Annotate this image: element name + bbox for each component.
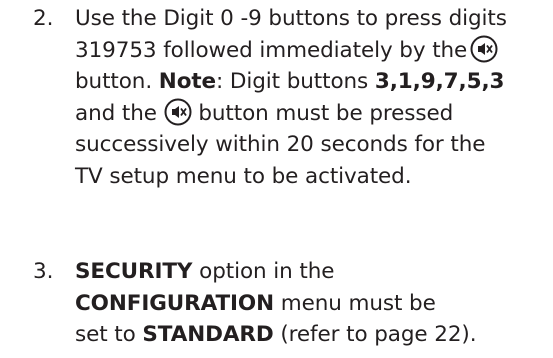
text-run: 319753 followed immediately by the <box>75 37 468 63</box>
text-run: (refer to page 22). <box>273 322 477 347</box>
text-run: TV setup menu to be activated. <box>75 163 412 189</box>
security-option-label: SECURITY <box>75 259 193 284</box>
text-line: CONFIGURATION menu must be <box>75 288 553 320</box>
step-number: 3. <box>33 259 54 284</box>
text-line: successively within 20 seconds for the <box>75 129 553 161</box>
mute-icon <box>470 35 498 62</box>
step-text: SECURITY option in the CONFIGURATION men… <box>75 256 553 351</box>
text-run: set to <box>75 322 143 347</box>
text-line: set to STANDARD (refer to page 22). <box>75 319 553 351</box>
text-run: option in the <box>192 259 335 284</box>
text-run: Use the Digit 0 -9 buttons to press digi… <box>75 6 507 31</box>
text-run: and the <box>75 100 164 126</box>
standard-value-label: STANDARD <box>142 322 274 347</box>
mute-icon <box>164 98 192 125</box>
instruction-page: 2. Use the Digit 0 -9 buttons to press d… <box>0 0 553 358</box>
text-run: menu must be <box>274 290 436 316</box>
text-run: successively within 20 seconds for the <box>75 132 486 157</box>
text-line: 319753 followed immediately by the <box>75 35 553 67</box>
text-run: button must be pressed <box>191 100 454 126</box>
step-number: 2. <box>33 6 54 31</box>
step-text: Use the Digit 0 -9 buttons to press digi… <box>75 3 553 192</box>
text-run: button. <box>75 69 159 94</box>
text-line: button. Note: Digit buttons 3,1,9,7,5,3 <box>75 66 553 98</box>
text-line: TV setup menu to be activated. <box>75 161 553 193</box>
configuration-menu-label: CONFIGURATION <box>75 290 275 316</box>
digit-sequence: 3,1,9,7,5,3 <box>374 69 505 94</box>
note-label: Note <box>158 69 217 94</box>
text-line: and the button must be pressed <box>75 98 553 130</box>
text-line: Use the Digit 0 -9 buttons to press digi… <box>75 3 553 35</box>
text-run: : Digit buttons <box>216 69 375 94</box>
text-line: SECURITY option in the <box>75 256 553 288</box>
